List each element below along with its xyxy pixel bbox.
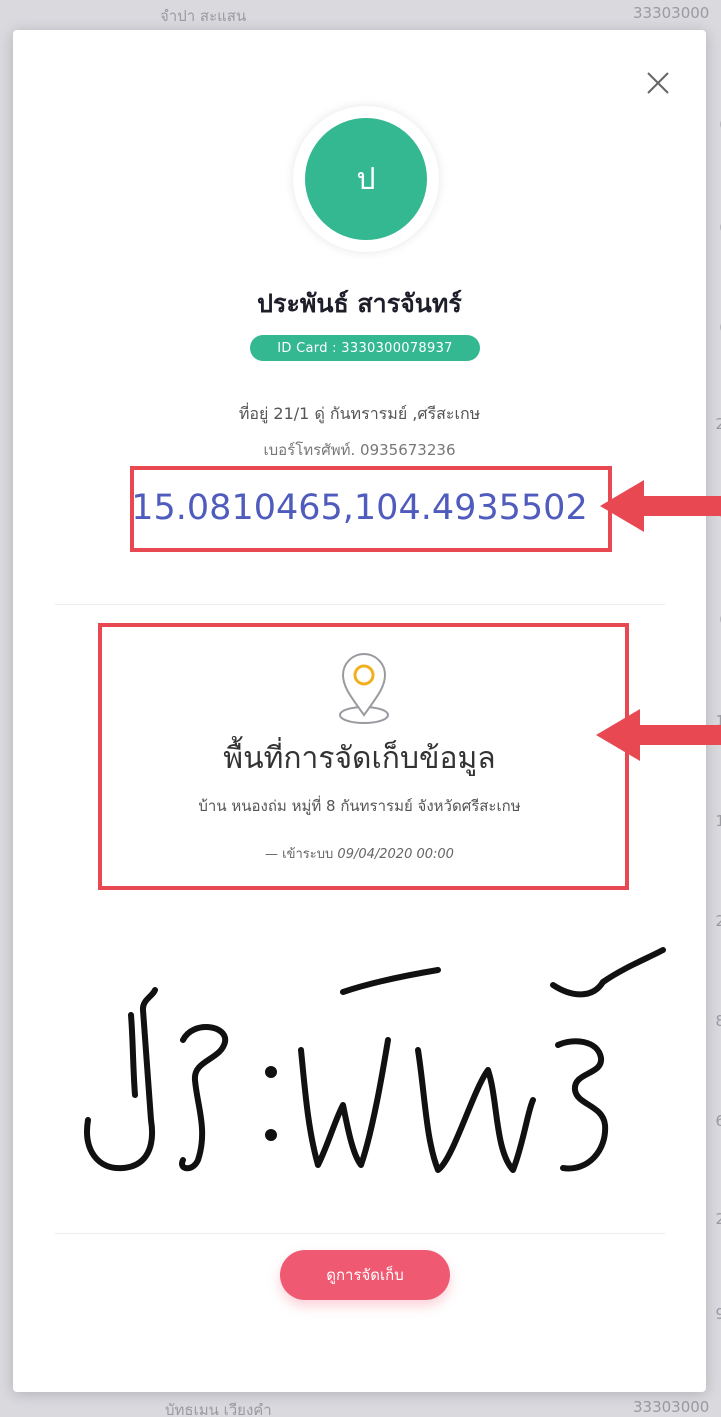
bg-edge-char: 9 <box>715 1305 721 1323</box>
bg-edge-char: 2 <box>715 1210 721 1228</box>
annotation-arrow-icon <box>600 480 721 532</box>
bg-edge-char: 2 <box>715 912 721 930</box>
bg-edge-char: 6 <box>715 1112 721 1130</box>
avatar-ring: ป <box>293 106 439 252</box>
location-pin-icon <box>339 653 389 724</box>
avatar: ป <box>305 118 427 240</box>
divider <box>55 604 665 605</box>
bg-edge-char: 1 <box>715 812 721 830</box>
area-entry-info: — เข้าระบบ 09/04/2020 00:00 <box>13 843 706 864</box>
profile-phone: เบอร์โทรศัพท์. 0935673236 <box>263 441 456 459</box>
id-card-badge: ID Card : 3330300078937 <box>250 335 480 361</box>
area-address: บ้าน หนองถ่ม หมู่ที่ 8 กันทรารมย์ จังหวั… <box>198 797 521 815</box>
close-icon <box>647 72 669 94</box>
view-collection-button[interactable]: ดูการจัดเก็บ <box>280 1250 450 1300</box>
bg-edge-char: 8 <box>715 1012 721 1030</box>
entry-datetime: 09/04/2020 00:00 <box>337 847 454 862</box>
divider <box>55 1233 665 1234</box>
annotation-arrow-icon <box>596 709 721 761</box>
page: จำปา สะแสน 33303000 บัทธเมน เวียงคำ 3330… <box>0 0 721 1417</box>
handwritten-signature <box>84 947 666 1173</box>
entry-label: — เข้าระบบ <box>265 847 334 862</box>
bg-top-row-name: จำปา สะแสน <box>160 7 247 25</box>
bg-top-row-code: 33303000 <box>633 4 710 22</box>
profile-name: ประพันธ์ สารจันทร์ <box>257 289 462 318</box>
bg-bottom-row-code: 33303000 <box>633 1398 710 1416</box>
profile-address: ที่อยู่ 21/1 ดู่ กันทรารมย์ ,ศรีสะเกษ <box>238 404 481 423</box>
bg-bottom-row-name: บัทธเมน เวียงคำ <box>165 1401 272 1417</box>
close-button[interactable] <box>643 68 673 98</box>
bg-edge-char: 2 <box>715 415 721 433</box>
